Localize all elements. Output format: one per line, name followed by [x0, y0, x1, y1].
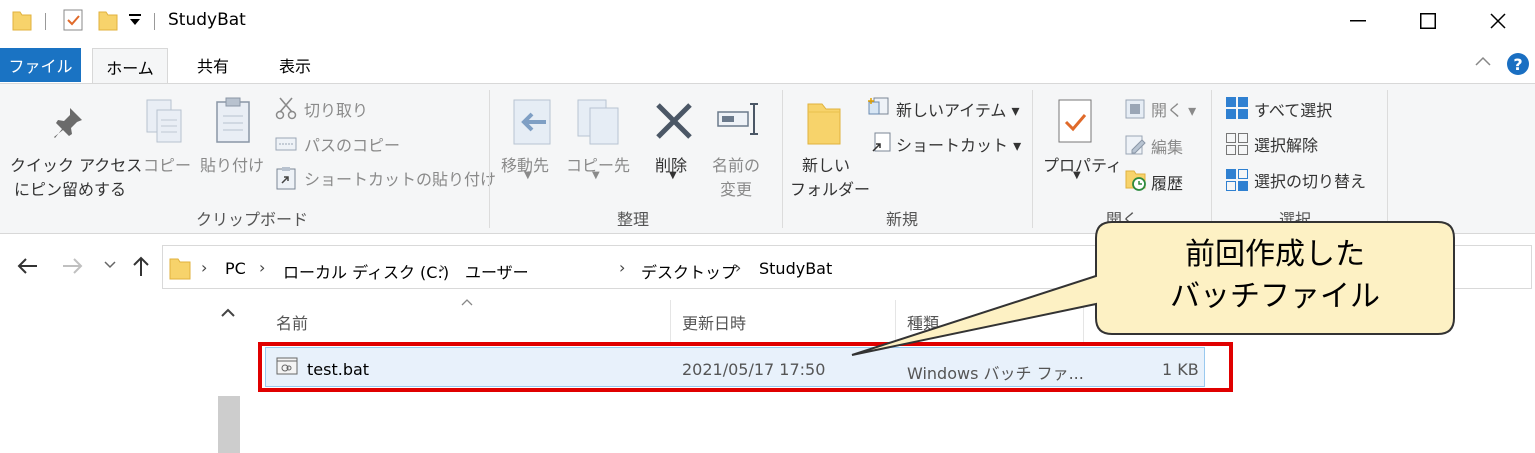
callout-line1: 前回作成した [1185, 237, 1365, 272]
callout-text: 前回作成した バッチファイル [1097, 234, 1453, 318]
callout-line2: バッチファイル [1170, 279, 1380, 314]
callout-bubble [851, 221, 1455, 356]
